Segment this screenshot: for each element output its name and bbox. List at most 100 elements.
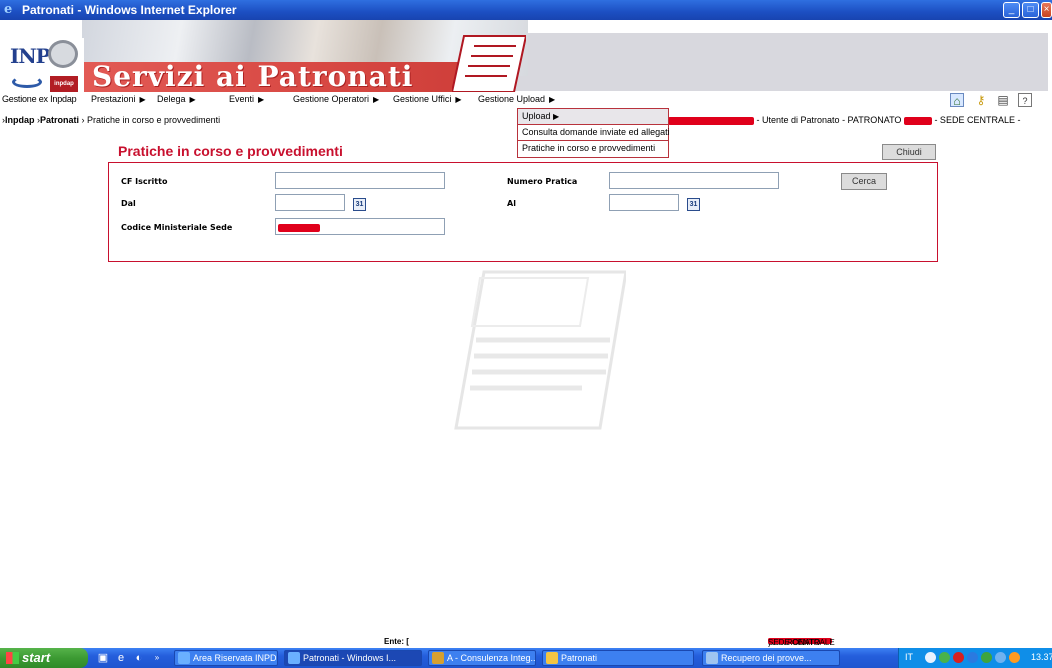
minimize-button[interactable]: _ bbox=[1003, 2, 1020, 18]
tray-network-icon[interactable] bbox=[925, 652, 936, 663]
dal-label: Dal bbox=[121, 199, 136, 208]
window-title-bar: e Patronati - Windows Internet Explorer … bbox=[0, 0, 1052, 20]
system-tray: IT 13.37 bbox=[898, 648, 1052, 668]
tray-app-icon[interactable] bbox=[981, 652, 992, 663]
windows-taskbar: start ▣ e ◐ » Area Riservata INPD... Pat… bbox=[0, 648, 1052, 668]
taskbar-item-recupero[interactable]: Recupero dei provve... bbox=[702, 650, 840, 666]
menu-gestione-operatori[interactable]: Gestione Operatori ▶ bbox=[293, 94, 379, 104]
user-info-role: - Utente di Patronato - PATRONATO bbox=[756, 115, 902, 125]
submenu-pratiche-in-corso[interactable]: Pratiche in corso e provvedimenti bbox=[518, 141, 668, 157]
al-date-input[interactable] bbox=[609, 194, 679, 211]
document-icon bbox=[452, 35, 526, 93]
quicklaunch-more-icon[interactable]: » bbox=[150, 651, 164, 665]
paint-icon bbox=[706, 652, 718, 664]
menu-arrow-icon: ▶ bbox=[455, 95, 462, 104]
windows-flag-icon bbox=[6, 652, 19, 664]
tray-update-icon[interactable] bbox=[967, 652, 978, 663]
start-button[interactable]: start bbox=[0, 648, 88, 668]
clock: 13.37 bbox=[1031, 652, 1052, 662]
ente-prefix: Ente: [ bbox=[384, 637, 409, 646]
menu-eventi[interactable]: Eventi ▶ bbox=[229, 94, 264, 104]
menu-label: Delega bbox=[157, 94, 186, 104]
numero-pratica-input[interactable] bbox=[609, 172, 779, 189]
menu-delega[interactable]: Delega ▶ bbox=[157, 94, 196, 104]
swoosh-icon bbox=[12, 76, 42, 88]
menu-arrow-icon: ▶ bbox=[373, 95, 380, 104]
cf-iscritto-input[interactable] bbox=[275, 172, 445, 189]
search-form-panel: CF Iscritto Numero Pratica Cerca Dal 31 … bbox=[108, 162, 938, 262]
breadcrumb: ›Inpdap ›Patronati › Pratiche in corso e… bbox=[2, 115, 221, 125]
folder-icon bbox=[546, 652, 558, 664]
breadcrumb-root[interactable]: Inpdap bbox=[5, 115, 35, 125]
menu-label: Eventi bbox=[229, 94, 255, 104]
quicklaunch-desktop-icon[interactable]: ▣ bbox=[96, 651, 110, 665]
quicklaunch-ie-icon[interactable]: e bbox=[114, 651, 128, 665]
user-info-sede: - SEDE CENTRALE - bbox=[934, 115, 1021, 125]
user-info: - Utente di Patronato - PATRONATO - SEDE… bbox=[668, 115, 1020, 125]
codice-ministeriale-input[interactable] bbox=[275, 218, 445, 235]
taskbar-item-area-riservata[interactable]: Area Riservata INPD... bbox=[174, 650, 278, 666]
tray-alert-icon[interactable] bbox=[953, 652, 964, 663]
taskbar-item-patronati-folder[interactable]: Patronati bbox=[542, 650, 694, 666]
chiudi-button[interactable]: Chiudi bbox=[882, 144, 936, 160]
inpdap-logo: inpdap bbox=[50, 76, 78, 92]
home-icon[interactable]: ⌂ bbox=[950, 93, 964, 108]
menu-gestione-upload[interactable]: Gestione Upload ▶ bbox=[478, 94, 555, 104]
task-label: A - Consulenza Integ... bbox=[447, 653, 536, 663]
task-label: Patronati bbox=[561, 653, 598, 663]
menu-prestazioni[interactable]: Prestazioni ▶ bbox=[91, 94, 146, 104]
banner-gray-band bbox=[460, 33, 1048, 91]
quicklaunch-app-icon[interactable]: ◐ bbox=[132, 651, 146, 665]
menu-gestione-ex-inpdap[interactable]: Gestione ex Inpdap bbox=[2, 94, 77, 104]
task-label: Patronati - Windows I... bbox=[303, 653, 397, 663]
task-label: Area Riservata INPD... bbox=[193, 653, 278, 663]
numero-pratica-label: Numero Pratica bbox=[507, 177, 578, 186]
ie-icon bbox=[288, 652, 300, 664]
tray-volume-icon[interactable] bbox=[1009, 652, 1020, 663]
menu-arrow-icon: ▶ bbox=[258, 95, 265, 104]
calendar-icon[interactable]: 31 bbox=[687, 198, 700, 211]
menu-label: Gestione Operatori bbox=[293, 94, 370, 104]
ie-icon bbox=[178, 652, 190, 664]
codice-ministeriale-label: Codice Ministeriale Sede bbox=[121, 223, 233, 232]
menu-gestione-uffici[interactable]: Gestione Uffici ▶ bbox=[393, 94, 462, 104]
redacted-text bbox=[278, 224, 320, 233]
taskbar-item-patronati-ie[interactable]: Patronati - Windows I... bbox=[284, 650, 422, 666]
submenu-upload[interactable]: Upload ▶ bbox=[518, 109, 668, 125]
submenu-arrow-icon: ▶ bbox=[553, 112, 560, 121]
menu-arrow-icon: ▶ bbox=[189, 95, 196, 104]
main-menu: Gestione ex Inpdap Prestazioni ▶ Delega ▶ … bbox=[0, 92, 1048, 108]
menu-arrow-icon: ▶ bbox=[139, 95, 146, 104]
header-banner: INPS inpdap Servizi ai Patronati bbox=[0, 20, 1048, 94]
tray-monitor-icon[interactable] bbox=[995, 652, 1006, 663]
start-label: start bbox=[22, 650, 51, 665]
globe-icon bbox=[48, 40, 78, 68]
submenu-consulta-domande[interactable]: Consulta domande inviate ed allegati bbox=[518, 125, 670, 141]
menu-label: Prestazioni bbox=[91, 94, 136, 104]
breadcrumb-current: Pratiche in corso e provvedimenti bbox=[87, 115, 221, 125]
ente-status-line: Ente: [] PATRONATO SEDE CENTRALE bbox=[0, 636, 1048, 648]
printer-icon[interactable]: ▤ bbox=[996, 93, 1010, 107]
upload-submenu: Upload ▶ Consulta domande inviate ed all… bbox=[517, 108, 670, 158]
cf-iscritto-label: CF Iscritto bbox=[121, 177, 168, 186]
maximize-button[interactable]: □ bbox=[1022, 2, 1039, 18]
menu-arrow-icon: ▶ bbox=[549, 95, 556, 104]
language-indicator[interactable]: IT bbox=[905, 652, 913, 662]
taskbar-item-consulenza[interactable]: A - Consulenza Integ... bbox=[428, 650, 536, 666]
tray-security-icon[interactable] bbox=[939, 652, 950, 663]
menu-label: Gestione Upload bbox=[478, 94, 546, 104]
key-icon[interactable]: ⚷ bbox=[974, 93, 988, 107]
help-icon[interactable]: ? bbox=[1018, 93, 1032, 107]
close-window-button[interactable]: × bbox=[1041, 2, 1052, 18]
al-label: Al bbox=[507, 199, 516, 208]
brand-title: Servizi ai Patronati bbox=[92, 60, 414, 93]
breadcrumb-section[interactable]: Patronati bbox=[40, 115, 79, 125]
redacted-text bbox=[668, 116, 754, 125]
dal-date-input[interactable] bbox=[275, 194, 345, 211]
internet-explorer-icon: e bbox=[4, 2, 13, 17]
task-label: Recupero dei provve... bbox=[721, 653, 812, 663]
cerca-button[interactable]: Cerca bbox=[841, 173, 887, 190]
submenu-label: Upload bbox=[522, 111, 551, 121]
calendar-icon[interactable]: 31 bbox=[353, 198, 366, 211]
app-icon bbox=[432, 652, 444, 664]
